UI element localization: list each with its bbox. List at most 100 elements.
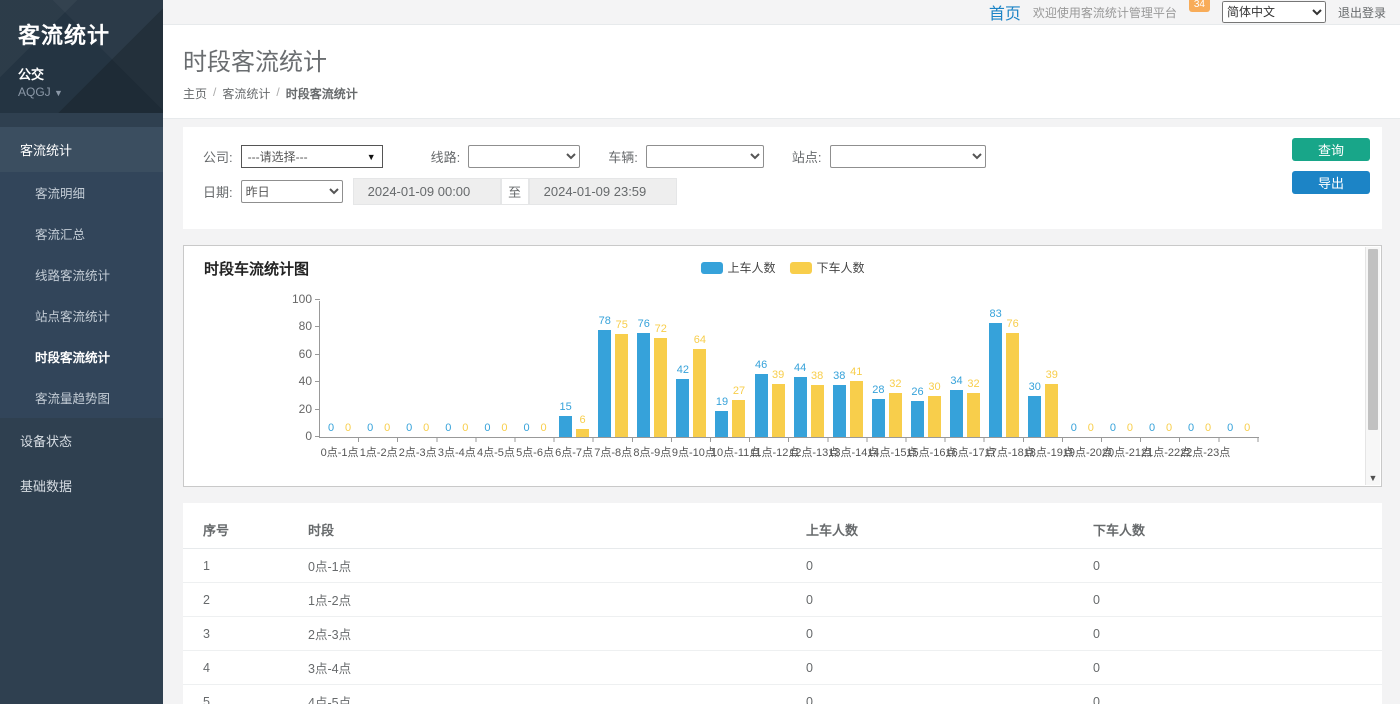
bar[interactable]	[637, 333, 650, 437]
table-row: 54点-5点00	[183, 685, 1382, 704]
x-axis-label: 20点-21点	[1102, 444, 1141, 460]
vehicle-select[interactable]	[646, 145, 764, 168]
bar[interactable]	[576, 429, 589, 437]
bar[interactable]	[732, 400, 745, 437]
sidebar-item[interactable]: 客流量趋势图	[0, 377, 163, 418]
start-datetime-input[interactable]: 2024-01-09 00:00	[353, 178, 501, 205]
company-select[interactable]: ---请选择--- ▼	[241, 145, 383, 168]
bar[interactable]	[1028, 396, 1041, 437]
content: 公司: ---请选择--- ▼ 线路: 车辆: 站点: 日期: 昨日 2024-…	[163, 119, 1400, 704]
sidebar-section-0[interactable]: 客流统计	[0, 127, 163, 172]
table-cell: 5	[183, 685, 300, 704]
scrollbar-down-arrow-icon[interactable]: ▼	[1366, 473, 1380, 483]
sidebar-section-1[interactable]: 设备状态	[0, 418, 163, 463]
table-cell: 0	[798, 549, 1085, 583]
table-cell: 0	[798, 685, 1085, 704]
bar[interactable]	[889, 393, 902, 437]
bar[interactable]	[693, 349, 706, 437]
bar-value-label: 28	[872, 384, 884, 396]
bar[interactable]	[989, 323, 1002, 437]
bar[interactable]	[928, 396, 941, 437]
line-select[interactable]	[468, 145, 580, 168]
station-select[interactable]	[830, 145, 986, 168]
message-count-badge[interactable]: 34	[1189, 0, 1210, 12]
bar-value-label: 0	[1071, 422, 1077, 434]
bar[interactable]	[794, 377, 807, 437]
logout-link[interactable]: 退出登录	[1338, 4, 1386, 21]
bar-group: 2630	[906, 301, 945, 437]
bar[interactable]	[1006, 333, 1019, 437]
bar-value-label: 0	[1166, 422, 1172, 434]
legend-swatch	[700, 262, 722, 274]
language-select[interactable]: 简体中文	[1222, 1, 1326, 23]
bar[interactable]	[615, 334, 628, 437]
bar-value-label: 72	[655, 323, 667, 335]
legend-item[interactable]: 上车人数	[700, 259, 775, 276]
bar[interactable]	[1045, 384, 1058, 437]
x-axis-label: 21点-22点	[1141, 444, 1180, 460]
bar-group: 4639	[750, 301, 789, 437]
sidebar-item[interactable]: 客流明细	[0, 172, 163, 213]
bar[interactable]	[715, 411, 728, 437]
bar[interactable]	[598, 330, 611, 437]
x-axis-label: 17点-18点	[985, 444, 1024, 460]
bar-group: 7672	[633, 301, 672, 437]
chart-title: 时段车流统计图	[204, 258, 309, 279]
bar-group: 00	[515, 301, 554, 437]
bar[interactable]	[833, 385, 846, 437]
legend-item[interactable]: 下车人数	[790, 259, 865, 276]
sidebar-submenu: 客流明细客流汇总线路客流统计站点客流统计时段客流统计客流量趋势图	[0, 172, 163, 418]
main-area: 首页 欢迎使用客流统计管理平台 34 简体中文 退出登录 时段客流统计 主页/客…	[163, 0, 1400, 704]
bar-value-label: 76	[1007, 318, 1019, 330]
bar[interactable]	[676, 379, 689, 437]
bar[interactable]	[654, 338, 667, 437]
bar[interactable]	[755, 374, 768, 437]
scrollbar-thumb[interactable]	[1368, 249, 1378, 430]
user-dropdown[interactable]: AQGJ ▼	[18, 85, 163, 99]
bar[interactable]	[872, 399, 885, 437]
sidebar: 客流统计 公交 AQGJ ▼ 客流统计客流明细客流汇总线路客流统计站点客流统计时…	[0, 0, 163, 704]
x-axis-label: 1点-2点	[359, 444, 398, 460]
search-button[interactable]: 查询	[1292, 138, 1370, 161]
breadcrumb-item[interactable]: 客流统计	[222, 85, 270, 102]
bar[interactable]	[911, 401, 924, 437]
date-preset-select[interactable]: 昨日	[241, 180, 343, 203]
breadcrumb-item[interactable]: 主页	[183, 85, 207, 102]
bar[interactable]	[772, 384, 785, 437]
y-axis-tick-label: 40	[282, 374, 312, 388]
page-title: 时段客流统计	[183, 42, 1400, 77]
station-label: 站点:	[792, 147, 822, 166]
end-datetime-input[interactable]: 2024-01-09 23:59	[529, 178, 677, 205]
bar-value-label: 39	[1046, 369, 1058, 381]
x-axis-label: 14点-15点	[867, 444, 906, 460]
y-axis-tick	[315, 436, 320, 437]
bar-group: 00	[1180, 301, 1219, 437]
x-axis-label: 10点-11点	[711, 444, 750, 460]
bar-value-label: 0	[423, 422, 429, 434]
table-cell: 2点-3点	[300, 617, 798, 651]
bar-chart: 0000000000001567875767242641927463944383…	[319, 301, 1259, 438]
bar-value-label: 38	[833, 370, 845, 382]
sidebar-item[interactable]: 客流汇总	[0, 213, 163, 254]
x-axis-label: 13点-14点	[828, 444, 867, 460]
bar[interactable]	[850, 381, 863, 437]
sidebar-item[interactable]: 站点客流统计	[0, 295, 163, 336]
brand-area: 客流统计 公交 AQGJ ▼	[0, 0, 163, 113]
export-button[interactable]: 导出	[1292, 171, 1370, 194]
bar-value-label: 0	[1149, 422, 1155, 434]
bar[interactable]	[811, 385, 824, 437]
home-link[interactable]: 首页	[989, 0, 1021, 24]
x-axis-label: 3点-4点	[437, 444, 476, 460]
breadcrumb-item: 时段客流统计	[286, 85, 358, 102]
bar-group: 3432	[946, 301, 985, 437]
org-name: 公交	[18, 64, 163, 83]
bar[interactable]	[950, 390, 963, 437]
breadcrumb-separator: /	[213, 85, 216, 102]
bar[interactable]	[967, 393, 980, 437]
sidebar-item[interactable]: 时段客流统计	[0, 336, 163, 377]
chart-scrollbar[interactable]: ▼	[1365, 247, 1380, 485]
bar[interactable]	[559, 416, 572, 437]
sidebar-section-2[interactable]: 基础数据	[0, 463, 163, 508]
sidebar-item[interactable]: 线路客流统计	[0, 254, 163, 295]
bar-group: 00	[1219, 301, 1258, 437]
